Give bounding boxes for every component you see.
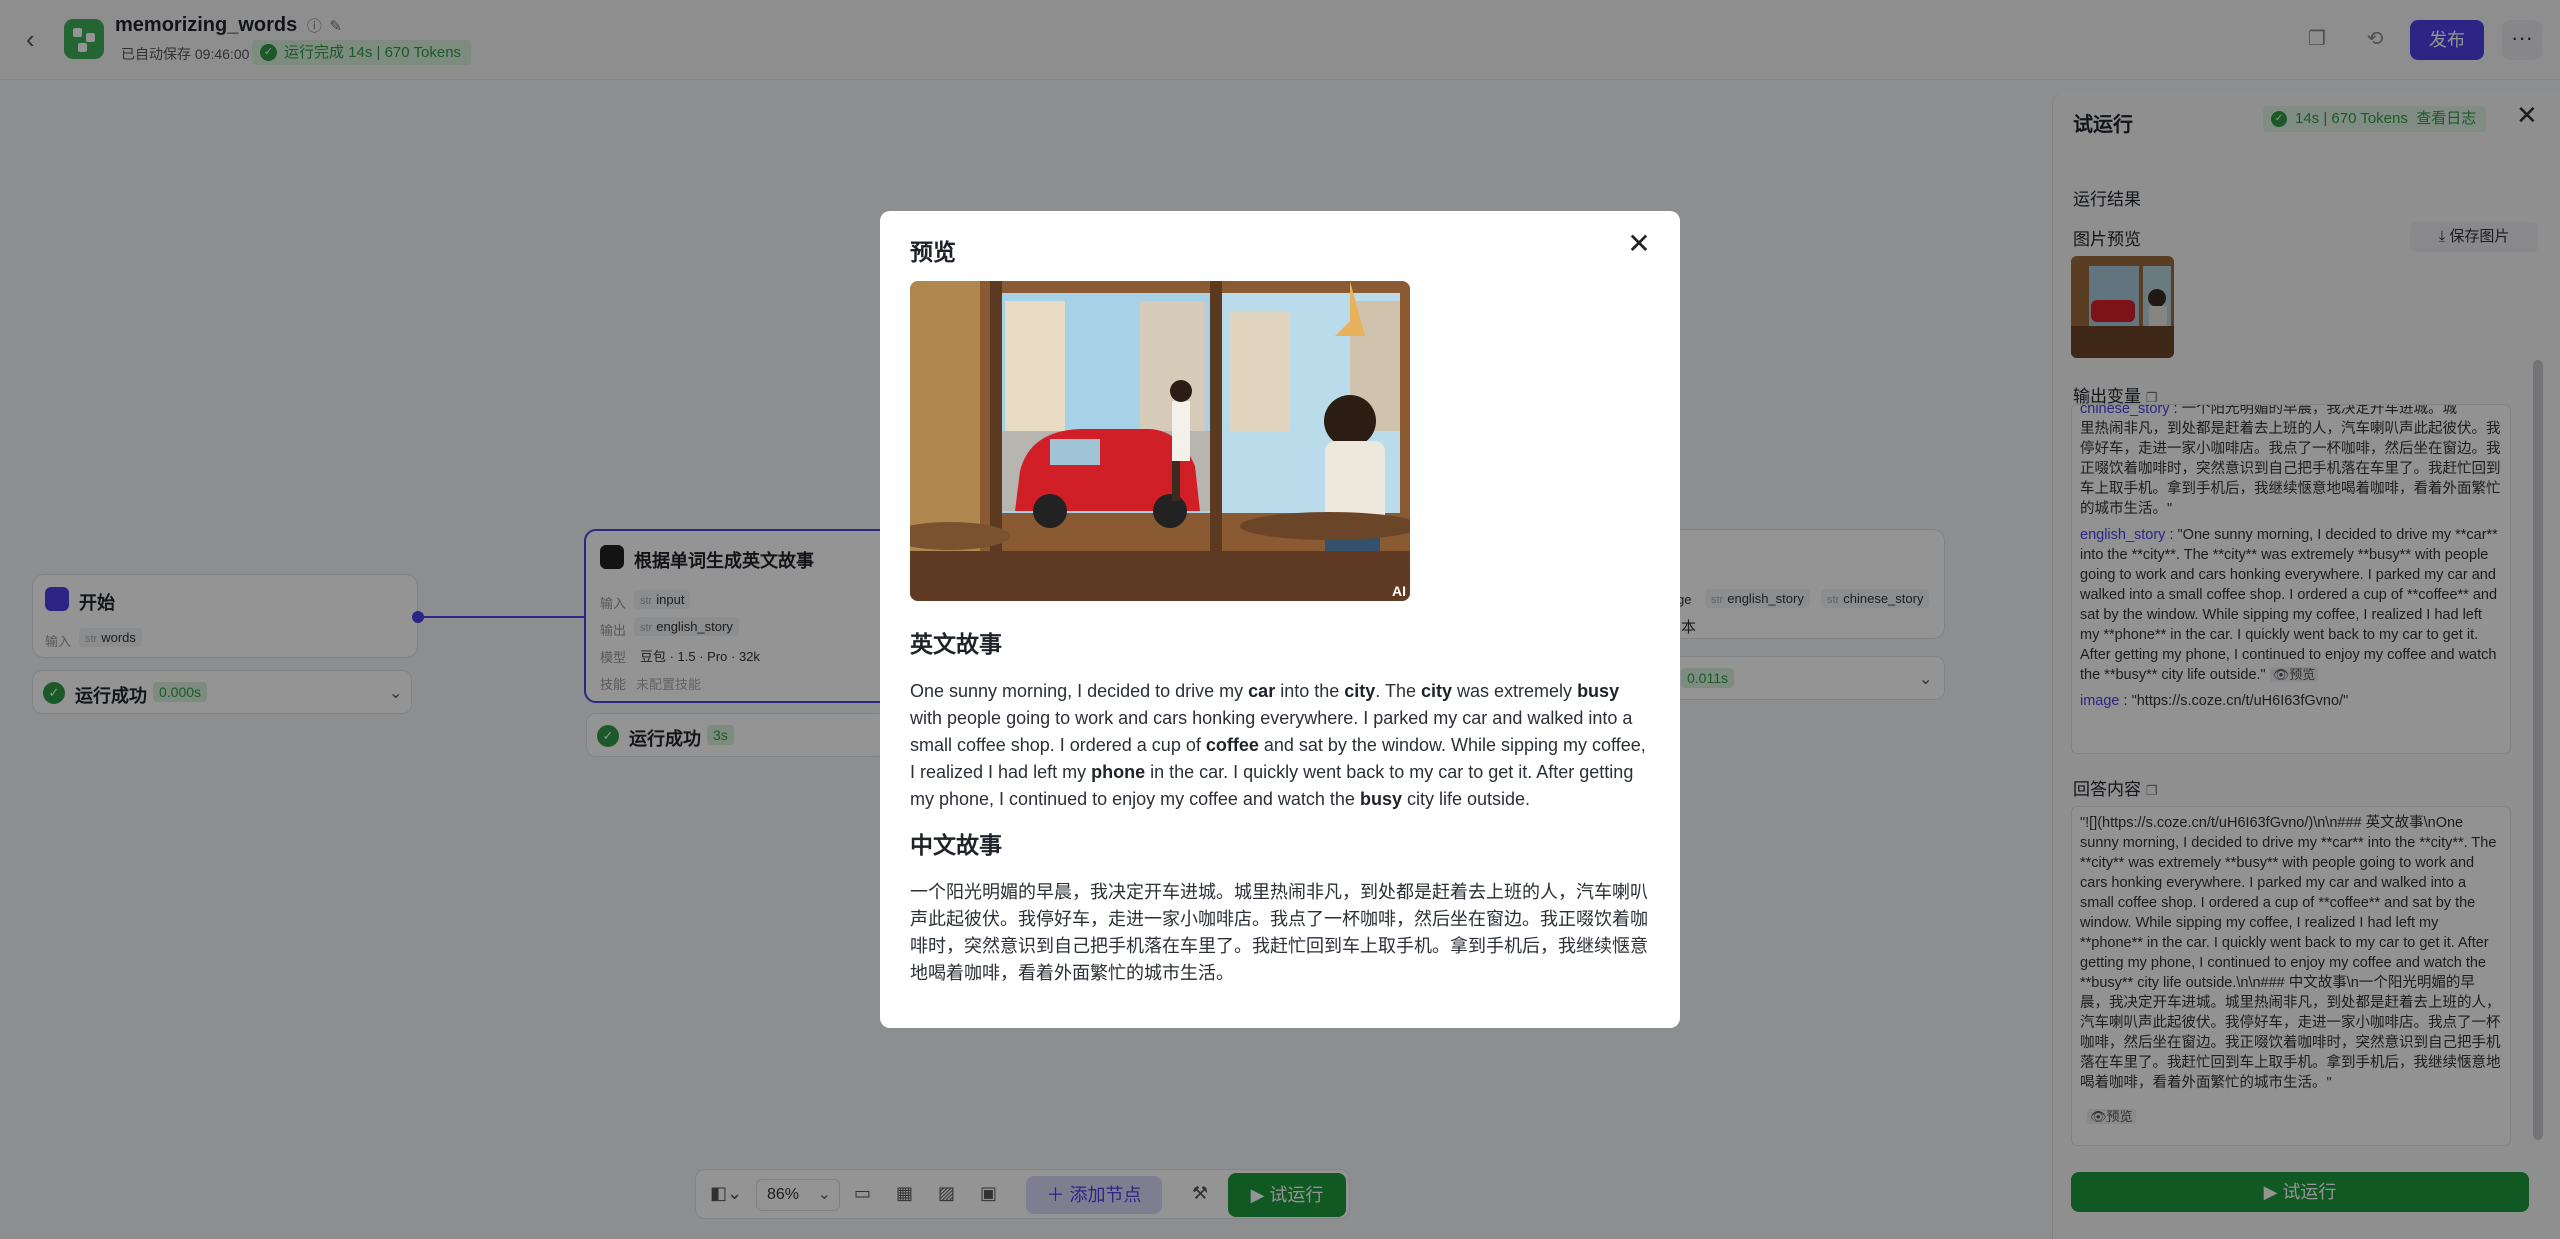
keyword-bold: phone xyxy=(1091,762,1146,782)
modal-title: 预览 xyxy=(910,239,956,265)
keyword-bold: city xyxy=(1344,681,1376,701)
ai-watermark: AI xyxy=(1392,583,1406,599)
chinese-story-heading: 中文故事 xyxy=(910,832,1002,858)
keyword-bold: city xyxy=(1420,681,1453,701)
story-text-segment: . The xyxy=(1375,681,1421,701)
story-text-segment: city life outside. xyxy=(1401,789,1531,809)
story-image: AI xyxy=(910,281,1410,601)
english-story-heading: 英文故事 xyxy=(910,631,1002,657)
chinese-story-text: 一个阳光明媚的早晨，我决定开车进城。城里热闹非凡，到处都是赶着去上班的人，汽车喇… xyxy=(910,882,1648,983)
keyword-bold: busy xyxy=(1359,789,1402,809)
story-text-segment: into the xyxy=(1275,681,1345,701)
cafe-street-illustration xyxy=(910,281,1410,601)
keyword-bold: coffee xyxy=(1205,735,1259,755)
keyword-bold: car xyxy=(1248,681,1276,701)
keyword-bold: busy xyxy=(1577,681,1620,701)
close-icon[interactable]: ✕ xyxy=(1622,227,1656,261)
story-text-segment: One sunny morning, I decided to drive my xyxy=(910,681,1249,701)
preview-modal: 预览 ✕ AI 英文故事 One sunny morning, I decide… xyxy=(880,211,1680,1028)
english-story-text: One sunny morning, I decided to drive my… xyxy=(910,678,1650,813)
story-text-segment: was extremely xyxy=(1452,681,1578,701)
